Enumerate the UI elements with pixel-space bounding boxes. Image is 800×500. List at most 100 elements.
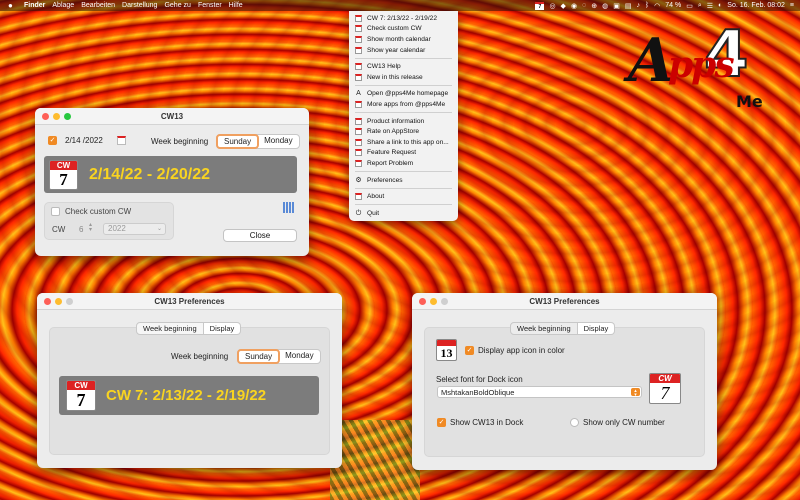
- display-color-label: Display app icon in color: [478, 346, 565, 355]
- menu-item-homepage[interactable]: A Open @pps4Me homepage: [349, 89, 458, 100]
- battery-icon[interactable]: ▭: [686, 2, 693, 10]
- menu-item-year-calendar[interactable]: Show year calendar: [349, 45, 458, 56]
- cw-number-field[interactable]: 6: [79, 225, 83, 234]
- battery-text[interactable]: 74 %: [665, 2, 681, 9]
- menu-finder[interactable]: Finder: [24, 2, 45, 9]
- menu-item-quit[interactable]: ⏻ Quit: [349, 208, 458, 219]
- dropbox-icon[interactable]: ◆: [561, 2, 566, 10]
- cw-icon: [355, 117, 362, 125]
- sunday-segment[interactable]: Sunday: [237, 349, 281, 364]
- status-icon-4[interactable]: ◌: [582, 2, 586, 9]
- cw-icon: [355, 128, 362, 136]
- menu-fenster[interactable]: Fenster: [198, 2, 222, 9]
- cw-stepper[interactable]: ▴ ▾: [89, 222, 92, 233]
- siri-icon[interactable]: ◐: [718, 2, 722, 9]
- wallpaper-green-stripe: [330, 420, 420, 500]
- menu-clock[interactable]: So. 16. Feb. 08:02: [727, 2, 785, 9]
- menu-hilfe[interactable]: Hilfe: [229, 2, 243, 9]
- apps4me-icon: A: [356, 90, 361, 98]
- cw13-window: CW13 ✓ 2/14 /2022 Week beginning Sunday …: [35, 108, 309, 256]
- menu-bearbeiten[interactable]: Bearbeiten: [81, 2, 115, 9]
- sunday-segment[interactable]: Sunday: [216, 134, 260, 149]
- menu-item-share[interactable]: Share a link to this app on...: [349, 137, 458, 148]
- close-button[interactable]: Close: [223, 229, 297, 242]
- minimize-window-button[interactable]: [53, 113, 60, 120]
- menu-separator: [355, 171, 452, 173]
- calendar-icon[interactable]: [116, 136, 126, 145]
- minimize-window-button[interactable]: [430, 298, 437, 305]
- menu-item-month-calendar[interactable]: Show month calendar: [349, 34, 458, 45]
- control-center-icon[interactable]: ☰: [707, 2, 713, 10]
- tab-display[interactable]: Display: [203, 322, 242, 335]
- menu-item-rate[interactable]: Rate on AppStore: [349, 126, 458, 137]
- notification-icon[interactable]: ≡: [790, 2, 794, 9]
- dock-icon-preview: CW 7: [649, 373, 681, 404]
- status-area: 7 ◎ ◆ ◉ ◌ ⊕ ◍ ▣ ▤ ♪ ᛒ ◠ 74 % ▭ ⌕ ☰ ◐ So.…: [535, 0, 794, 11]
- menu-separator: [355, 57, 452, 59]
- minimize-window-button[interactable]: [55, 298, 62, 305]
- show-in-dock-checkbox[interactable]: ✓: [437, 418, 446, 427]
- date-checkbox[interactable]: ✓: [48, 136, 57, 145]
- cw-icon: [355, 46, 362, 54]
- zoom-window-button[interactable]: [66, 298, 73, 305]
- week-beginning-segmented: Sunday Monday: [216, 134, 300, 149]
- show-only-number-label: Show only CW number: [583, 418, 665, 427]
- tab-display[interactable]: Display: [577, 322, 616, 335]
- status-icon-7[interactable]: ▣: [613, 2, 620, 10]
- display-color-checkbox[interactable]: ✓: [465, 346, 474, 355]
- menu-item-more-apps[interactable]: More apps from @pps4Me: [349, 99, 458, 110]
- menu-item-report-problem[interactable]: Report Problem: [349, 158, 458, 169]
- menu-item-product-info[interactable]: Product information: [349, 116, 458, 127]
- year-select[interactable]: 2022 ⌄: [103, 223, 166, 235]
- cw-icon: [355, 159, 362, 167]
- menu-item-new-release[interactable]: New in this release: [349, 72, 458, 83]
- close-window-button[interactable]: [419, 298, 426, 305]
- wifi-icon[interactable]: ◠: [654, 2, 660, 10]
- cw-icon: [355, 63, 362, 71]
- year-calendar-icon[interactable]: [283, 202, 295, 213]
- menu-item-check-custom[interactable]: Check custom CW: [349, 24, 458, 35]
- close-window-button[interactable]: [42, 113, 49, 120]
- apple-icon[interactable]: ●: [8, 1, 18, 10]
- font-select-popup[interactable]: MshtakanBoldOblique ▴ ▾: [437, 386, 642, 398]
- status-icon-3[interactable]: ◉: [571, 2, 577, 10]
- tab-week-beginning[interactable]: Week beginning: [136, 322, 204, 335]
- cw13-dropdown-menu: CW 7: 2/13/22 - 2/19/22 Check custom CW …: [349, 11, 458, 221]
- monday-segment[interactable]: Monday: [258, 135, 298, 148]
- status-icon-5[interactable]: ⊕: [591, 2, 597, 10]
- menu-separator: [355, 204, 452, 206]
- app-icon-preview: 13: [436, 339, 457, 361]
- search-icon[interactable]: ⌕: [698, 2, 702, 10]
- bluetooth-icon[interactable]: ᛒ: [645, 2, 649, 9]
- close-window-button[interactable]: [44, 298, 51, 305]
- cw-icon: [355, 100, 362, 108]
- menu-item-preferences[interactable]: ⚙ Preferences: [349, 175, 458, 186]
- menu-separator: [355, 112, 452, 114]
- menu-darstellung[interactable]: Darstellung: [122, 2, 157, 9]
- check-custom-cw-checkbox[interactable]: [51, 207, 60, 216]
- menu-item-help[interactable]: CW13 Help: [349, 61, 458, 72]
- status-icon-8[interactable]: ▤: [625, 2, 632, 10]
- monday-segment[interactable]: Monday: [279, 350, 319, 363]
- menu-ablage[interactable]: Ablage: [52, 2, 74, 9]
- zoom-window-button[interactable]: [64, 113, 71, 120]
- menu-item-about[interactable]: About: [349, 191, 458, 202]
- menu-gehe-zu[interactable]: Gehe zu: [164, 2, 190, 9]
- cw13-menu-icon[interactable]: 7: [535, 1, 545, 10]
- menu-bar: ● Finder Ablage Bearbeiten Darstellung G…: [0, 0, 800, 11]
- menu-separator: [355, 85, 452, 87]
- cw-icon: [355, 138, 362, 146]
- menu-item-feature-request[interactable]: Feature Request: [349, 148, 458, 159]
- status-icon-9[interactable]: ♪: [636, 2, 640, 9]
- check-custom-cw-label: Check custom CW: [65, 207, 132, 216]
- show-only-number-checkbox[interactable]: [570, 418, 579, 427]
- zoom-window-button[interactable]: [441, 298, 448, 305]
- tab-bar: Week beginning Display: [510, 322, 616, 335]
- status-icon-6[interactable]: ◍: [602, 2, 608, 10]
- cw-range-text: CW 7: 2/13/22 - 2/19/22: [106, 387, 267, 404]
- status-icon-1[interactable]: ◎: [549, 2, 555, 10]
- date-field[interactable]: 2/14 /2022: [65, 136, 103, 145]
- tab-week-beginning[interactable]: Week beginning: [510, 322, 578, 335]
- menu-item-current-cw[interactable]: CW 7: 2/13/22 - 2/19/22: [349, 13, 458, 24]
- current-cw-banner: CW 7 2/14/22 - 2/20/22: [44, 156, 297, 193]
